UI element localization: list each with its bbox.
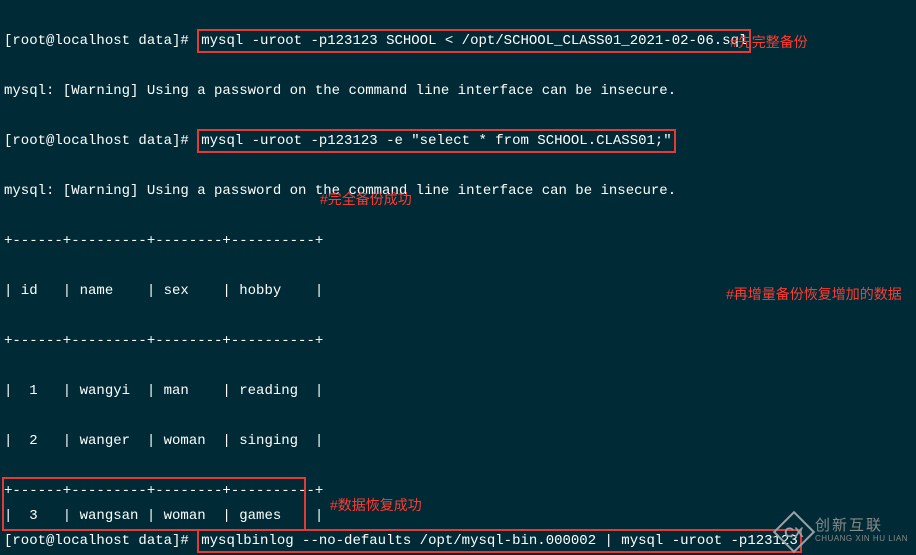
mysql-warning: mysql: [Warning] Using a password on the…	[4, 79, 912, 104]
annotation-incremental: #再增量备份恢复增加的数据	[726, 284, 902, 304]
watermark-main-text: 创新互联	[815, 519, 908, 532]
shell-prompt: [root@localhost data]#	[4, 33, 197, 49]
shell-prompt: [root@localhost data]#	[4, 133, 197, 149]
table-row: | 2 | wanger | woman | singing |	[4, 429, 912, 454]
table-separator: +------+---------+--------+----------+	[4, 329, 912, 354]
table-separator: +------+---------+--------+----------+	[4, 229, 912, 254]
table-row: | 1 | wangyi | man | reading |	[4, 379, 912, 404]
command-1: mysql -uroot -p123123 SCHOOL < /opt/SCHO…	[201, 33, 747, 49]
command-2-box: mysql -uroot -p123123 -e "select * from …	[197, 129, 675, 153]
mysql-warning: mysql: [Warning] Using a password on the…	[4, 179, 912, 204]
annotation-restore-success: #数据恢复成功	[330, 495, 422, 515]
command-1-box: mysql -uroot -p123123 SCHOOL < /opt/SCHO…	[197, 29, 751, 53]
annotation-full-success: #完全备份成功	[320, 189, 412, 209]
terminal-output: [root@localhost data]# mysql -uroot -p12…	[0, 0, 916, 555]
watermark: CX 创新互联 CHUANG XIN HU LIAN	[779, 517, 908, 547]
new-rows-block: | 3 | wangsan | woman | games | | 4 | wa…	[4, 479, 323, 555]
watermark-sub-text: CHUANG XIN HU LIAN	[815, 532, 908, 545]
watermark-logo-icon: CX	[773, 511, 815, 553]
table-row: | 3 | wangsan | woman | games |	[4, 504, 323, 529]
command-2: mysql -uroot -p123123 -e "select * from …	[201, 133, 671, 149]
annotation-full-backup: #先完整备份	[730, 32, 808, 52]
